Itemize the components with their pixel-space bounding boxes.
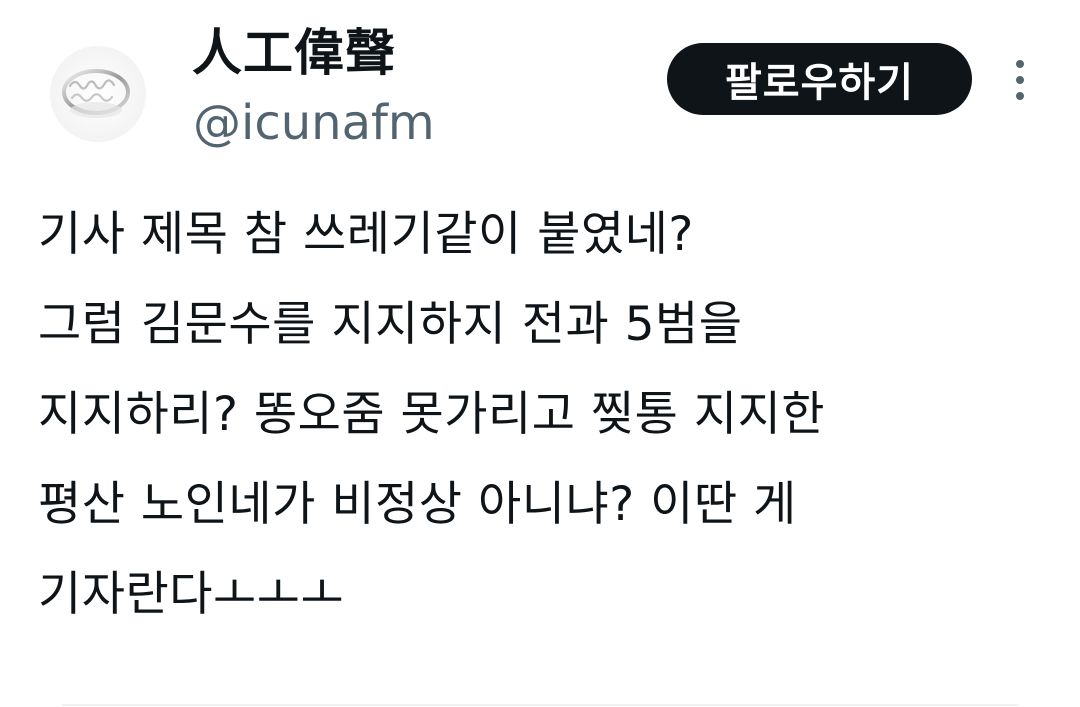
more-options-button[interactable] <box>1000 52 1040 108</box>
follow-button[interactable]: 팔로우하기 <box>667 43 972 115</box>
author-display-name[interactable]: 人工偉聲 <box>192 20 396 86</box>
tweet-text: 기사 제목 참 쓰레기같이 붙였네? 그럼 김문수를 지지하지 전과 5범을 지… <box>38 190 1068 640</box>
tweet-text-line: 지지하리? 똥오줌 못가리고 찢통 지지한 <box>38 387 826 442</box>
tweet-text-line: 평산 노인네가 비정상 아니냐? 이딴 게 <box>38 477 797 532</box>
more-vertical-icon <box>1016 60 1024 100</box>
tweet-text-line: 기자란다ㅗㅗㅗ <box>38 567 345 622</box>
tweet-text-line: 그럼 김문수를 지지하지 전과 5범을 <box>38 297 743 352</box>
avatar[interactable] <box>46 42 150 146</box>
tweet-text-line: 기사 제목 참 쓰레기같이 붙였네? <box>38 207 694 262</box>
author-handle[interactable]: @icunafm <box>193 90 435 156</box>
ring-photo-avatar-icon <box>50 46 146 142</box>
divider <box>62 704 1018 706</box>
